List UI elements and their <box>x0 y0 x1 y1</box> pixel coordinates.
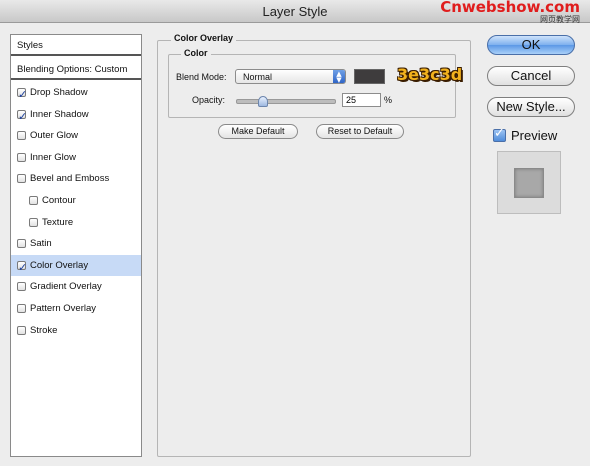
opacity-unit: % <box>384 95 393 105</box>
preview-sample <box>514 168 544 198</box>
style-item[interactable]: Outer Glow <box>11 125 141 146</box>
styles-header[interactable]: Styles <box>11 35 141 56</box>
color-swatch[interactable] <box>354 69 385 84</box>
watermark-sub: 网页教学网 <box>540 15 580 24</box>
style-item[interactable]: Satin <box>11 233 141 254</box>
opacity-slider-thumb[interactable] <box>257 96 268 107</box>
blend-mode-value: Normal <box>243 72 273 82</box>
opacity-input[interactable] <box>342 93 381 107</box>
style-item-label: Satin <box>30 238 52 250</box>
style-item[interactable]: Gradient Overlay <box>11 276 141 297</box>
preview-thumbnail <box>497 151 561 214</box>
style-item-label: Contour <box>42 195 76 206</box>
style-item[interactable]: Stroke <box>11 320 141 341</box>
style-checkbox[interactable] <box>17 325 26 335</box>
watermark-logo: Cnwebshow.com 网页教学网 <box>440 0 580 24</box>
style-item[interactable]: Color Overlay <box>11 254 141 278</box>
title-bar: Layer Style Cnwebshow.com 网页教学网 <box>0 0 590 24</box>
color-subgroup <box>168 54 456 118</box>
make-default-button[interactable]: Make Default <box>218 124 298 139</box>
color-group-title: Color <box>181 48 211 58</box>
style-item[interactable]: Contour <box>11 190 141 211</box>
style-item[interactable]: Texture <box>11 212 141 233</box>
opacity-slider[interactable] <box>236 96 336 107</box>
new-style-button[interactable]: New Style... <box>487 97 575 117</box>
styles-list: Styles Blending Options: Custom Drop Sha… <box>10 34 142 457</box>
style-checkbox[interactable] <box>29 217 38 227</box>
style-item-label: Inner Shadow <box>30 108 89 120</box>
blending-options-item[interactable]: Blending Options: Custom <box>11 60 141 80</box>
style-checkbox[interactable] <box>29 196 38 205</box>
blend-mode-select[interactable]: Normal ▲ ▼ <box>235 69 346 84</box>
style-checkbox[interactable] <box>17 304 26 313</box>
style-item[interactable]: Inner Glow <box>11 147 141 168</box>
style-checkbox[interactable] <box>17 84 27 105</box>
hex-annotation: 3e3c3d <box>397 65 463 84</box>
ok-button[interactable]: OK <box>487 35 575 55</box>
style-item-label: Inner Glow <box>30 151 76 163</box>
style-checkbox[interactable] <box>17 257 27 278</box>
style-item-label: Bevel and Emboss <box>30 173 110 185</box>
style-item-label: Gradient Overlay <box>30 281 102 293</box>
reset-to-default-button[interactable]: Reset to Default <box>316 124 404 139</box>
style-checkbox[interactable] <box>17 106 27 127</box>
cancel-button[interactable]: Cancel <box>487 66 575 86</box>
preview-checkbox[interactable] <box>493 126 506 142</box>
style-item-label: Texture <box>42 216 74 228</box>
style-checkbox[interactable] <box>17 239 26 249</box>
style-checkbox[interactable] <box>17 282 26 292</box>
style-item-label: Drop Shadow <box>30 87 88 98</box>
section-title: Color Overlay <box>171 33 237 43</box>
style-checkbox[interactable] <box>17 152 26 162</box>
style-item-label: Pattern Overlay <box>30 303 96 314</box>
style-item-label: Outer Glow <box>30 130 79 142</box>
watermark-main: Cnwebshow.com <box>440 0 580 16</box>
style-checkbox[interactable] <box>17 131 26 141</box>
preview-label: Preview <box>511 128 558 143</box>
style-item[interactable]: Drop Shadow <box>11 82 141 105</box>
blend-mode-label: Blend Mode: <box>176 72 227 82</box>
style-item-label: Stroke <box>30 324 58 336</box>
style-item-label: Color Overlay <box>30 259 89 271</box>
style-item[interactable]: Inner Shadow <box>11 104 141 127</box>
preview-toggle[interactable]: Preview <box>493 126 558 143</box>
style-checkbox[interactable] <box>17 174 26 184</box>
updown-arrows-icon: ▲ ▼ <box>333 70 345 84</box>
style-item[interactable]: Bevel and Emboss <box>11 168 141 189</box>
style-item[interactable]: Pattern Overlay <box>11 298 141 319</box>
opacity-label: Opacity: <box>192 95 226 105</box>
